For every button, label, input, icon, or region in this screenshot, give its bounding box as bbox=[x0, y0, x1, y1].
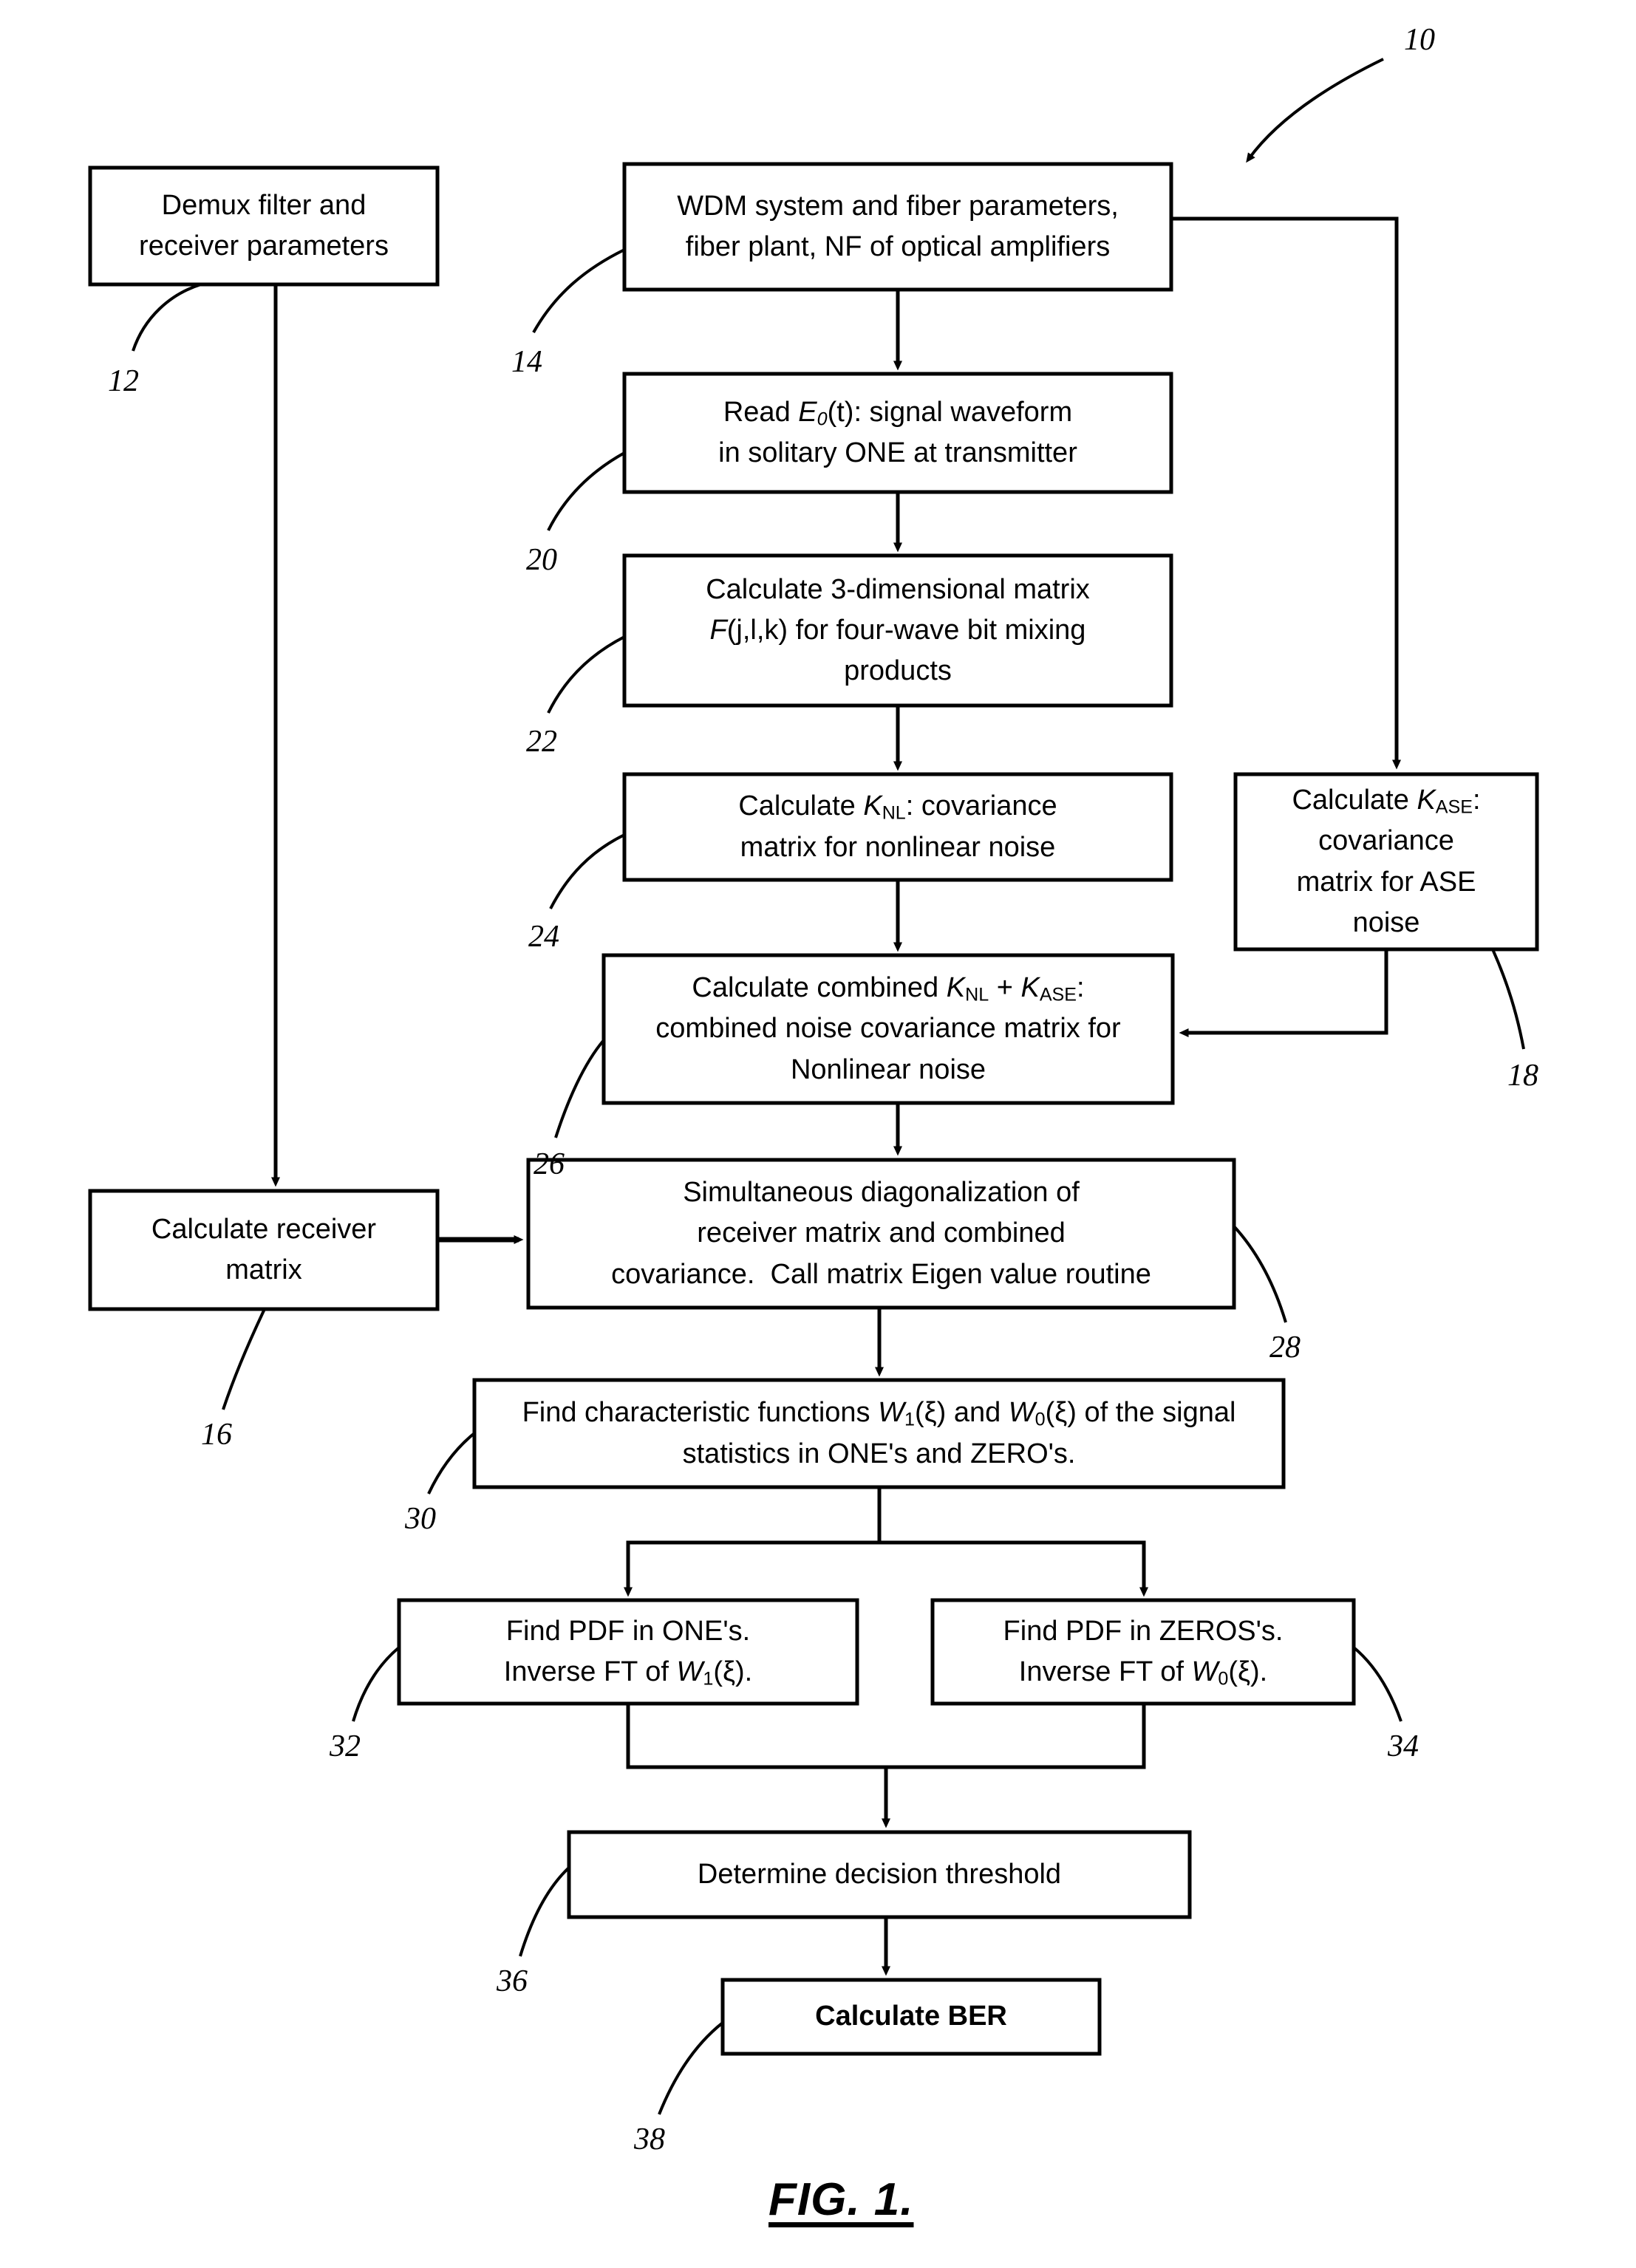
k-ase-text: Calculate KASE: covariance matrix for ASE n… bbox=[1292, 785, 1481, 938]
box-char-functions-label: Find characteristic functions W1(ξ) and … bbox=[474, 1380, 1284, 1487]
box-k-nl-label: Calculate KNL: covariance matrix for nonl… bbox=[624, 774, 1171, 880]
box-wdm-label: WDM system and fiber parameters, fiber pl… bbox=[624, 164, 1171, 290]
leader-16 bbox=[222, 1308, 266, 1410]
k-nl-text: Calculate KNL: covariance matrix for nonl… bbox=[738, 790, 1057, 863]
leader-14 bbox=[532, 248, 625, 333]
box-pdf-zeros-label: Find PDF in ZEROS's. Inverse FT of W0(ξ). bbox=[933, 1600, 1354, 1704]
ref-numeral-24: 24 bbox=[528, 920, 559, 954]
box-diagonalization-label: Simultaneous diagonalization of receiver … bbox=[528, 1160, 1234, 1308]
leader-28 bbox=[1233, 1225, 1287, 1323]
leader-24 bbox=[549, 833, 625, 909]
leader-12 bbox=[132, 283, 202, 352]
combined-text: Calculate combined KNL + KASE: combined n… bbox=[655, 972, 1121, 1085]
ref-numeral-18: 18 bbox=[1507, 1059, 1538, 1093]
leader-36 bbox=[519, 1866, 570, 1957]
connector-charfun-split-right bbox=[879, 1540, 1148, 1597]
leader-20 bbox=[547, 451, 625, 531]
connector-charfun-split bbox=[624, 1487, 882, 1597]
box-threshold-label: Determine decision threshold bbox=[569, 1832, 1190, 1917]
box-demux-label: Demux filter and receiver parameters bbox=[90, 168, 437, 284]
ref-numeral-12: 12 bbox=[108, 364, 139, 398]
ref-numeral-32: 32 bbox=[330, 1729, 361, 1763]
pdf-zeros-text: Find PDF in ZEROS's. Inverse FT of W0(ξ). bbox=[1003, 1615, 1284, 1690]
leader-30 bbox=[427, 1432, 476, 1495]
leader-26 bbox=[554, 1039, 605, 1138]
box-read-e0-label: Read E0(t): signal waveform in solitary O… bbox=[624, 374, 1171, 492]
ref-numeral-22: 22 bbox=[526, 725, 557, 759]
ref-numeral-36: 36 bbox=[497, 1964, 528, 1998]
wdm-text: WDM system and fiber parameters, fiber pl… bbox=[677, 190, 1119, 262]
box-k-ase-label: Calculate KASE: covariance matrix for ASE n… bbox=[1235, 774, 1537, 949]
ref-numeral-14: 14 bbox=[511, 345, 542, 379]
ref-numeral-34: 34 bbox=[1388, 1729, 1419, 1763]
connector-pdf-merge bbox=[626, 1704, 1146, 1769]
char-functions-text: Find characteristic functions W1(ξ) and … bbox=[522, 1397, 1236, 1469]
leader-32 bbox=[352, 1646, 401, 1722]
threshold-text: Determine decision threshold bbox=[697, 1858, 1062, 1890]
diagonalization-text: Simultaneous diagonalization of receiver … bbox=[611, 1177, 1151, 1290]
ref-numeral-30: 30 bbox=[405, 1502, 436, 1536]
ref-numeral-26: 26 bbox=[534, 1147, 565, 1181]
figure-caption: FIG. 1. bbox=[768, 2174, 914, 2225]
ref-numeral-28: 28 bbox=[1269, 1331, 1301, 1364]
box-ber-label: Calculate BER bbox=[723, 1980, 1100, 2054]
matrix-f-text: Calculate 3-dimensional matrix F(j,l,k) f… bbox=[706, 573, 1090, 687]
box-receiver-matrix-label: Calculate receiver matrix bbox=[90, 1191, 437, 1309]
pdf-ones-text: Find PDF in ONE's. Inverse FT of W1(ξ). bbox=[503, 1615, 753, 1690]
box-combined-label: Calculate combined KNL + KASE: combined n… bbox=[604, 955, 1173, 1103]
box-matrix-f-label: Calculate 3-dimensional matrix F(j,l,k) f… bbox=[624, 556, 1171, 706]
box-pdf-ones-label: Find PDF in ONE's. Inverse FT of W1(ξ). bbox=[399, 1600, 857, 1704]
demux-text: Demux filter and receiver parameters bbox=[139, 189, 389, 262]
ref-numeral-20: 20 bbox=[526, 543, 557, 577]
leader-34 bbox=[1352, 1646, 1402, 1722]
ber-text: Calculate BER bbox=[815, 2001, 1007, 2032]
patent-figure-page: Demux filter and receiver parameters WDM … bbox=[0, 0, 1636, 2268]
connector-wdm-to-kase bbox=[1171, 216, 1401, 770]
leader-18 bbox=[1491, 949, 1525, 1050]
receiver-matrix-text: Calculate receiver matrix bbox=[151, 1213, 377, 1285]
leader-10 bbox=[1246, 58, 1384, 163]
ref-numeral-10: 10 bbox=[1404, 23, 1435, 57]
ref-numeral-38: 38 bbox=[634, 2122, 665, 2156]
ref-numeral-16: 16 bbox=[201, 1418, 232, 1452]
read-e0-text: Read E0(t): signal waveform in solitary O… bbox=[718, 396, 1077, 468]
connector-kase-to-combined bbox=[1179, 949, 1388, 1037]
leader-38 bbox=[658, 2021, 724, 2115]
leader-22 bbox=[547, 635, 625, 714]
flowchart-connectors bbox=[88, 58, 1539, 2115]
